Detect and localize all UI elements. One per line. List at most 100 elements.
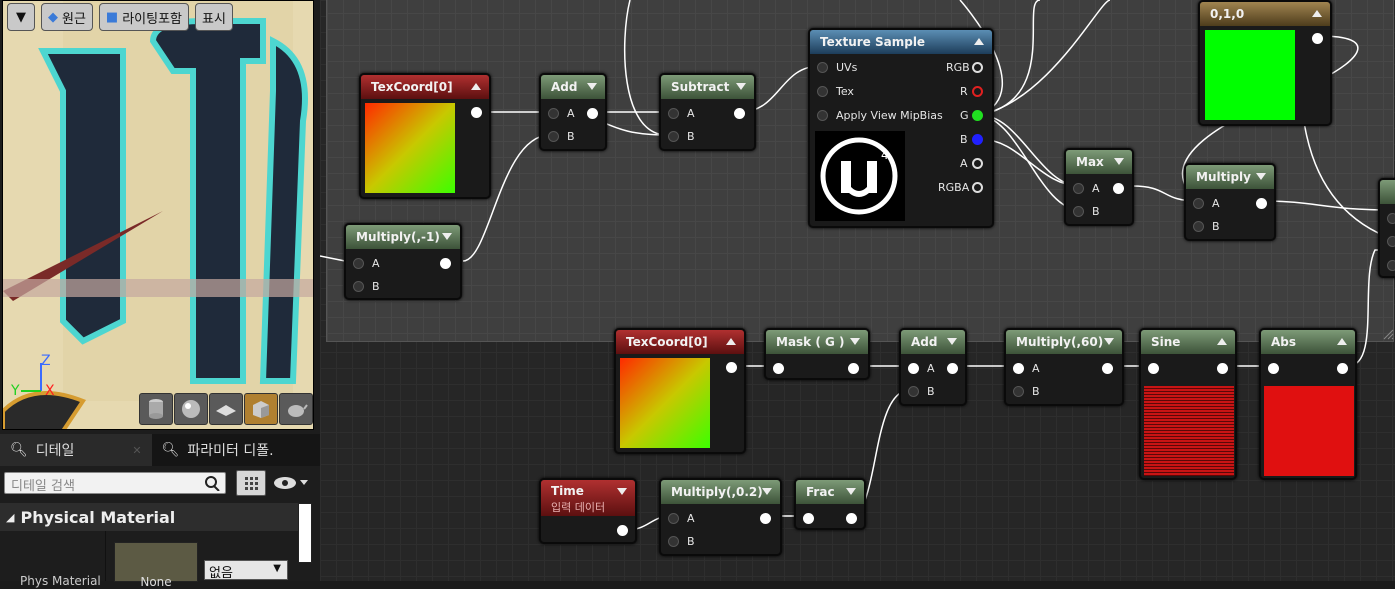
output-pin[interactable] [1113, 183, 1124, 194]
input-pin[interactable] [1148, 363, 1159, 374]
node-sine[interactable]: Sine [1139, 328, 1237, 480]
output-pin[interactable] [1337, 363, 1348, 374]
output-pin[interactable] [617, 525, 628, 536]
property-matrix-button[interactable] [236, 470, 266, 496]
node-max[interactable]: Max A B [1064, 148, 1134, 226]
input-pin-b[interactable] [908, 386, 919, 397]
node-subtract[interactable]: Subtract A B [659, 73, 756, 151]
output-pin-rgb[interactable] [972, 62, 983, 73]
input-pin-a[interactable] [1193, 198, 1204, 209]
input-pin-b[interactable] [548, 131, 559, 142]
sphere-icon[interactable] [174, 393, 208, 425]
output-pin-a[interactable] [972, 158, 983, 169]
output-pin-rgba[interactable] [972, 182, 983, 193]
collapse-icon[interactable] [1312, 10, 1322, 17]
collapse-icon[interactable] [1217, 338, 1227, 345]
input-pin-a[interactable] [548, 108, 559, 119]
node-texture-sample[interactable]: Texture Sample UVs Tex Apply View MipBia… [808, 28, 994, 228]
node-multiply-60[interactable]: Multiply(,60) A B [1004, 328, 1124, 406]
node-multiply[interactable]: Multiply A B [1184, 163, 1276, 241]
node-constant-vector[interactable]: 0,1,0 [1198, 0, 1332, 126]
expand-icon[interactable] [617, 488, 627, 495]
material-graph[interactable]: TexCoord[0] Add A B Subtract A B Multipl… [320, 0, 1395, 581]
expand-icon[interactable] [762, 488, 772, 495]
output-pin[interactable] [587, 108, 598, 119]
expand-icon[interactable] [442, 233, 452, 240]
expand-icon[interactable] [736, 83, 746, 90]
input-pin-b[interactable] [668, 536, 679, 547]
property-dropdown[interactable]: 없음 ▼ [204, 560, 288, 581]
output-pin[interactable] [734, 108, 745, 119]
output-pin[interactable] [1312, 33, 1323, 44]
input-pin[interactable] [1268, 363, 1279, 374]
input-pin-a[interactable] [668, 108, 679, 119]
view-options-button[interactable] [270, 472, 314, 494]
details-search-input[interactable]: 디테일 검색 [4, 472, 226, 494]
node-frac[interactable]: Frac [794, 478, 866, 530]
collapse-icon[interactable] [1337, 338, 1347, 345]
node-texcoord-2[interactable]: TexCoord[0] [614, 328, 746, 454]
plane-icon[interactable] [209, 393, 243, 425]
expand-icon[interactable] [850, 338, 860, 345]
output-pin[interactable] [846, 513, 857, 524]
node-multiply-02[interactable]: Multiply(,0.2) A B [659, 478, 782, 556]
show-button[interactable]: 표시 [195, 3, 233, 31]
tab-parameter-defaults[interactable]: 🔍︎ 파라미터 디폴. [152, 434, 284, 466]
collapse-icon[interactable] [471, 83, 481, 90]
input-pin[interactable] [773, 363, 784, 374]
node-offscreen[interactable] [1378, 178, 1395, 278]
collapse-icon[interactable] [974, 38, 984, 45]
viewport-menu-button[interactable]: ▼ [7, 3, 35, 31]
expand-icon[interactable] [1114, 158, 1124, 165]
input-pin[interactable] [1387, 213, 1395, 224]
output-pin[interactable] [1102, 363, 1113, 374]
input-pin-a[interactable] [1073, 183, 1084, 194]
cube-icon[interactable] [244, 393, 278, 425]
output-pin[interactable] [440, 258, 451, 269]
output-pin-g[interactable] [972, 110, 983, 121]
expand-icon[interactable] [1256, 173, 1266, 180]
tab-details[interactable]: 🔍︎ 디테일 ✕ [0, 434, 152, 466]
input-pin-uvs[interactable] [817, 62, 828, 73]
perspective-button[interactable]: ◆ 원근 [41, 3, 93, 31]
expand-icon[interactable] [846, 488, 856, 495]
expand-icon[interactable] [947, 338, 957, 345]
input-pin-a[interactable] [1013, 363, 1024, 374]
output-pin-b[interactable] [972, 134, 983, 145]
input-pin[interactable] [803, 513, 814, 524]
output-pin[interactable] [1256, 198, 1267, 209]
input-pin-b[interactable] [668, 131, 679, 142]
input-pin-a[interactable] [353, 258, 364, 269]
input-pin-a[interactable] [908, 363, 919, 374]
input-pin-b[interactable] [1193, 221, 1204, 232]
output-pin-r[interactable] [972, 86, 983, 97]
input-pin-b[interactable] [1073, 206, 1084, 217]
cylinder-icon[interactable] [139, 393, 173, 425]
node-multiply-neg1[interactable]: Multiply(,-1) A B [344, 223, 462, 300]
node-add-2[interactable]: Add A B [899, 328, 967, 406]
output-pin[interactable] [726, 362, 737, 373]
node-abs[interactable]: Abs [1259, 328, 1357, 480]
material-preview-viewport[interactable]: ▼ ◆ 원근 ■ 라이팅포함 표시 Z Y X [2, 0, 314, 430]
lighting-button[interactable]: ■ 라이팅포함 [98, 3, 190, 31]
input-pin-tex[interactable] [817, 86, 828, 97]
input-pin[interactable] [1387, 236, 1395, 247]
close-icon[interactable]: ✕ [132, 444, 141, 457]
details-scrollbar[interactable] [298, 503, 312, 563]
property-thumbnail[interactable]: None [114, 542, 198, 589]
output-pin[interactable] [947, 363, 958, 374]
input-pin-mipbias[interactable] [817, 110, 828, 121]
output-pin[interactable] [471, 107, 482, 118]
output-pin[interactable] [848, 363, 859, 374]
node-mask-g[interactable]: Mask ( G ) [764, 328, 870, 380]
teapot-icon[interactable] [279, 393, 313, 425]
input-pin-b[interactable] [1013, 386, 1024, 397]
physical-material-section[interactable]: ◢ Physical Material [0, 503, 298, 531]
node-add-1[interactable]: Add A B [539, 73, 607, 151]
expand-icon[interactable] [587, 83, 597, 90]
expand-icon[interactable] [1104, 338, 1114, 345]
collapse-icon[interactable] [726, 338, 736, 345]
input-pin-b[interactable] [353, 281, 364, 292]
resize-grip-icon[interactable] [1382, 328, 1394, 340]
output-pin[interactable] [1217, 363, 1228, 374]
